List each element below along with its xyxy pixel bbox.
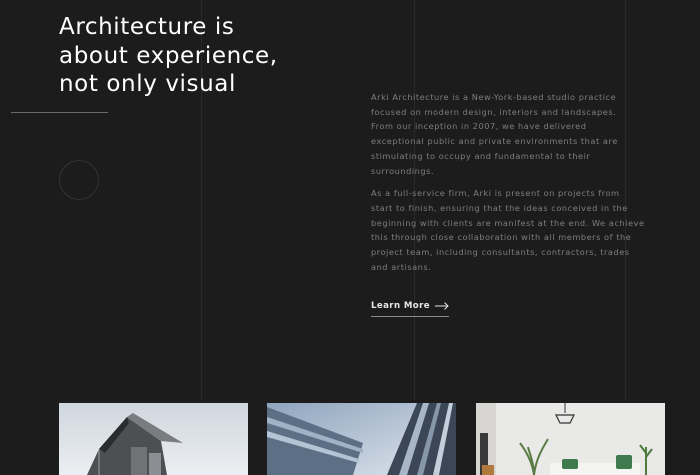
paragraph-line: start to finish, ensuring that the ideas…: [371, 202, 628, 213]
about-paragraph: As a full-service firm, Arki is present …: [371, 186, 671, 274]
arrow-right-icon: [434, 302, 449, 310]
learn-more-link[interactable]: Learn More: [371, 301, 449, 317]
learn-more-label: Learn More: [371, 301, 430, 311]
paragraph-line: surroundings.: [371, 165, 435, 176]
interior-photo: [476, 403, 665, 475]
paragraph-line: focused on modern design, interiors and …: [371, 106, 617, 117]
paragraph-line: exceptional public and private environme…: [371, 136, 618, 147]
gallery-thumbnail[interactable]: [59, 403, 248, 475]
headline-divider: [11, 112, 108, 113]
gallery-thumbnail[interactable]: [476, 403, 665, 475]
decorative-circle: [59, 160, 99, 200]
headline-line: about experience,: [59, 42, 278, 69]
paragraph-line: and artisans.: [371, 261, 432, 272]
paragraph-line: beginning with clients are manifest at t…: [371, 217, 645, 228]
headline-line: Architecture is: [59, 14, 235, 40]
about-section: Arki Architecture is a New-York-based st…: [371, 90, 671, 282]
page-headline: Architecture is about experience, not on…: [59, 13, 389, 99]
paragraph-line: As a full-service firm, Arki is present …: [371, 188, 620, 199]
paragraph-line: this through close collaboration with al…: [371, 232, 632, 243]
gallery-thumbnail[interactable]: [267, 403, 456, 475]
paragraph-line: stimulating to occupy and fundamental to…: [371, 150, 591, 161]
paragraph-line: From our inception in 2007, we have deli…: [371, 121, 587, 132]
paragraph-line: project team, including consultants, con…: [371, 247, 630, 258]
skyscraper-photo: [267, 403, 456, 475]
building-photo: [59, 403, 248, 475]
about-paragraph: Arki Architecture is a New-York-based st…: [371, 90, 671, 178]
paragraph-line: Arki Architecture is a New-York-based st…: [371, 92, 617, 102]
headline-line: not only visual: [59, 71, 236, 97]
